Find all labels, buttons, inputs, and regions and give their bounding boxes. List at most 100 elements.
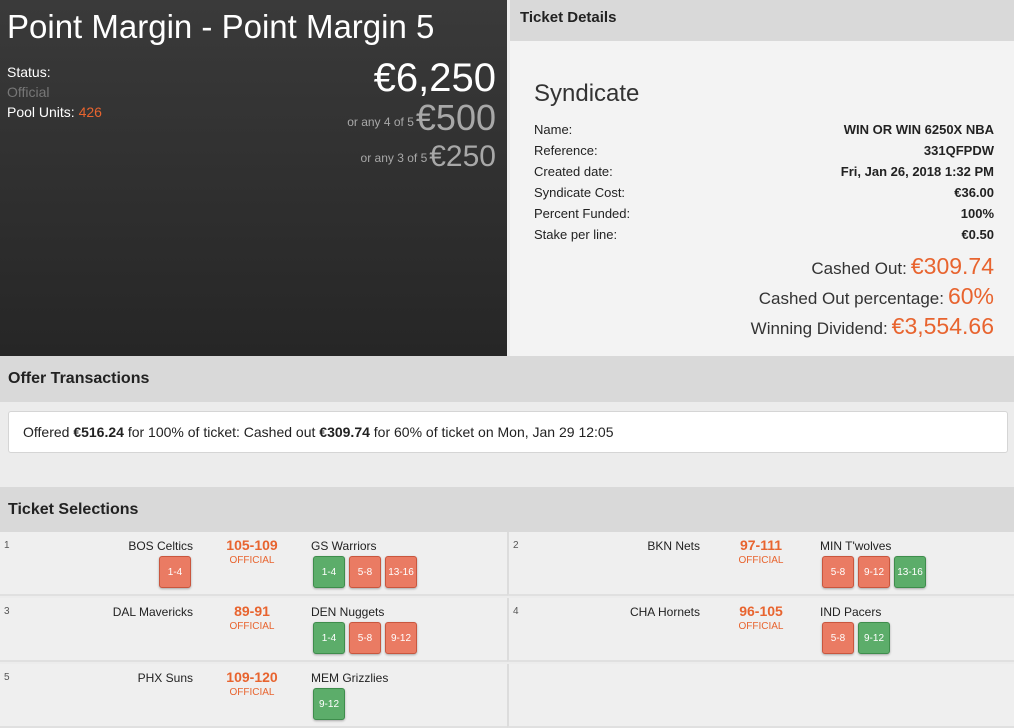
match-status: OFFICIAL xyxy=(229,555,275,566)
match-score: 96-105 xyxy=(739,603,783,619)
prize-4-value: €500 xyxy=(415,97,496,138)
selection-item: 2 BKN Nets 97-111 OFFICIAL MIN T'wolves 5-8 9-… xyxy=(507,532,1014,596)
away-team: IND Pacers xyxy=(820,605,882,619)
name-row: Name: WIN OR WIN 6250X NBA xyxy=(534,122,994,137)
cashed-out-value: €309.74 xyxy=(910,253,994,279)
status-value: Official xyxy=(7,84,50,100)
match-status: OFFICIAL xyxy=(229,621,275,632)
dividend-label: Winning Dividend: xyxy=(750,319,888,338)
cashed-amount: €309.74 xyxy=(319,424,370,440)
syndicate-title: Syndicate xyxy=(534,80,640,107)
offer-transaction-row: Offered €516.24 for 100% of ticket: Cash… xyxy=(8,411,1008,453)
away-team: DEN Nuggets xyxy=(311,605,385,619)
prize-4-of-5: or any 4 of 5€500 xyxy=(347,97,496,139)
away-margin-chips: 9-12 xyxy=(313,688,345,720)
selection-item: 1 BOS Celtics 105-109 OFFICIAL GS Warriors 1-… xyxy=(0,532,507,596)
away-margin-chips: 1-4 5-8 13-16 xyxy=(313,556,417,588)
away-margin-chips: 5-8 9-12 13-16 xyxy=(822,556,926,588)
match-status: OFFICIAL xyxy=(738,555,784,566)
margin-chip: 5-8 xyxy=(822,556,854,588)
selection-number: 3 xyxy=(4,606,10,617)
margin-chip: 1-4 xyxy=(313,556,345,588)
offer-transactions-header: Offer Transactions xyxy=(0,356,1014,402)
stake-value: €0.50 xyxy=(961,227,994,242)
selection-number: 4 xyxy=(513,606,519,617)
ticket-details-header: Ticket Details xyxy=(510,0,1014,41)
away-team: MIN T'wolves xyxy=(820,539,892,553)
away-team: GS Warriors xyxy=(311,539,377,553)
funded-value: 100% xyxy=(960,206,994,221)
pool-panel: Point Margin - Point Margin 5 Status: Of… xyxy=(0,0,507,356)
reference-label: Reference: xyxy=(534,143,598,158)
margin-chip: 9-12 xyxy=(858,622,890,654)
margin-chip: 9-12 xyxy=(858,556,890,588)
pool-title: Point Margin - Point Margin 5 xyxy=(7,8,435,45)
margin-chip: 5-8 xyxy=(822,622,854,654)
home-team: BOS Celtics xyxy=(128,539,193,553)
pool-meta: Status: Official Pool Units: 426 xyxy=(7,62,102,122)
home-team: PHX Suns xyxy=(137,671,193,685)
match-score: 89-91 xyxy=(234,603,270,619)
selection-number: 5 xyxy=(4,672,10,683)
margin-chip: 9-12 xyxy=(313,688,345,720)
prize-main: €6,250 xyxy=(373,56,496,100)
match-status: OFFICIAL xyxy=(229,687,275,698)
created-label: Created date: xyxy=(534,164,613,179)
offer-text-3: for 60% of ticket on Mon, Jan 29 12:05 xyxy=(369,424,614,440)
away-margin-chips: 5-8 9-12 xyxy=(822,622,890,654)
stake-label: Stake per line: xyxy=(534,227,618,242)
selection-number: 1 xyxy=(4,540,10,551)
margin-chip: 13-16 xyxy=(385,556,417,588)
selection-item: 5 PHX Suns 109-120 OFFICIAL MEM Grizzlies 9-1… xyxy=(0,664,507,728)
cashed-out-row: Cashed Out: €309.74 xyxy=(811,253,994,280)
cashed-out-label: Cashed Out: xyxy=(811,259,907,278)
match-score: 105-109 xyxy=(226,537,278,553)
selection-number: 2 xyxy=(513,540,519,551)
home-team: DAL Mavericks xyxy=(112,605,193,619)
margin-chip: 9-12 xyxy=(385,622,417,654)
margin-chip: 13-16 xyxy=(894,556,926,588)
reference-value: 331QFPDW xyxy=(923,143,994,158)
created-value: Fri, Jan 26, 2018 1:32 PM xyxy=(840,164,994,179)
reference-row: Reference: 331QFPDW xyxy=(534,143,994,158)
margin-chip: 1-4 xyxy=(159,556,191,588)
created-row: Created date: Fri, Jan 26, 2018 1:32 PM xyxy=(534,164,994,179)
ticket-details-panel: Ticket Details Syndicate Name: WIN OR WIN… xyxy=(510,0,1014,356)
cashed-pct-label: Cashed Out percentage: xyxy=(758,289,944,308)
pool-units-label: Pool Units: xyxy=(7,104,75,120)
offer-text-1: Offered xyxy=(23,424,74,440)
pool-units-value: 426 xyxy=(78,104,102,120)
prize-3-label: or any 3 of 5 xyxy=(360,151,428,165)
cost-label: Syndicate Cost: xyxy=(534,185,626,200)
match-status: OFFICIAL xyxy=(738,621,784,632)
margin-chip: 5-8 xyxy=(349,556,381,588)
dividend-row: Winning Dividend: €3,554.66 xyxy=(751,313,994,340)
home-team: CHA Hornets xyxy=(629,605,700,619)
margin-chip: 1-4 xyxy=(313,622,345,654)
name-label: Name: xyxy=(534,122,573,137)
margin-chip: 5-8 xyxy=(349,622,381,654)
stake-row: Stake per line: €0.50 xyxy=(534,227,994,242)
selection-item: 4 CHA Hornets 96-105 OFFICIAL IND Pacers 5-8 9… xyxy=(507,598,1014,662)
cost-row: Syndicate Cost: €36.00 xyxy=(534,185,994,200)
offered-amount: €516.24 xyxy=(73,424,124,440)
status-label: Status: xyxy=(7,64,51,80)
home-margin-chips: 1-4 xyxy=(159,556,191,588)
home-team: BKN Nets xyxy=(647,539,700,553)
name-value: WIN OR WIN 6250X NBA xyxy=(843,122,994,137)
ticket-top: Point Margin - Point Margin 5 Status: Of… xyxy=(0,0,1014,356)
pool-units: Pool Units: 426 xyxy=(7,102,102,122)
ticket-selections-header: Ticket Selections xyxy=(0,487,1014,533)
prize-4-label: or any 4 of 5 xyxy=(347,115,414,129)
dividend-value: €3,554.66 xyxy=(891,313,994,339)
empty-selection-cell xyxy=(507,664,1014,728)
cashed-pct-value: 60% xyxy=(947,283,994,309)
cashed-pct-row: Cashed Out percentage: 60% xyxy=(759,283,994,310)
match-score: 97-111 xyxy=(739,537,783,553)
match-score: 109-120 xyxy=(226,669,278,685)
funded-label: Percent Funded: xyxy=(534,206,631,221)
prize-3-of-5: or any 3 of 5€250 xyxy=(361,140,496,174)
away-margin-chips: 1-4 5-8 9-12 xyxy=(313,622,417,654)
funded-row: Percent Funded: 100% xyxy=(534,206,994,221)
away-team: MEM Grizzlies xyxy=(311,671,389,685)
